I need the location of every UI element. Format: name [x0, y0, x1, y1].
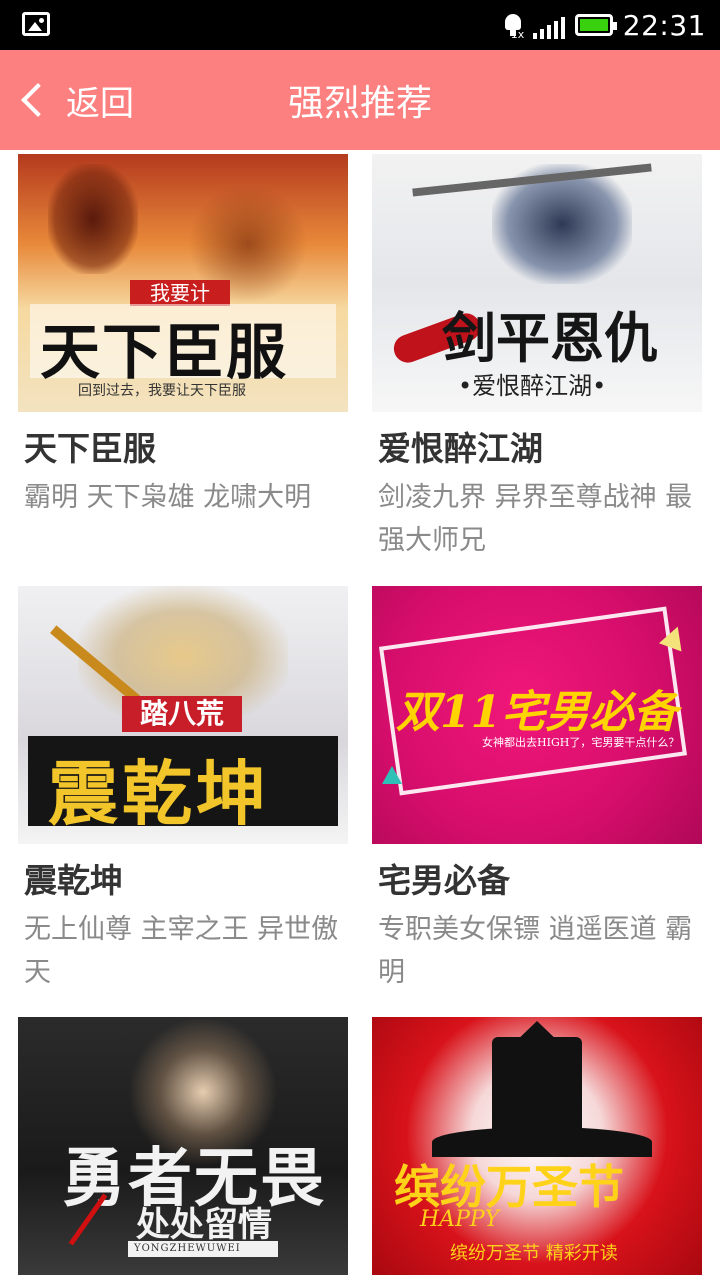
cover-top-text: 踏八荒: [122, 696, 242, 732]
book-cover-image[interactable]: 缤纷万圣节 HAPPY 缤纷万圣节 精彩开读: [372, 1017, 702, 1275]
book-card[interactable]: 剑平恩仇 •爱恨醉江湖• 爱恨醉江湖 剑凌九界 异界至尊战神 最强大师兄: [372, 154, 702, 562]
book-card[interactable]: 勇者无畏 处处留情 YONGZHEWUWEI: [18, 1017, 348, 1280]
book-cover-image[interactable]: 踏八荒 震乾坤: [18, 586, 348, 844]
cover-main-text: 天下臣服: [40, 318, 288, 388]
nav-bar: 返回 强烈推荐: [0, 50, 720, 150]
image-notification-icon: [22, 12, 50, 36]
cover-main-text: 震乾坤: [48, 752, 270, 835]
status-bar: 1x 22:31: [0, 0, 720, 50]
chevron-left-icon: [21, 83, 55, 117]
book-cover-image[interactable]: 剑平恩仇 •爱恨醉江湖•: [372, 154, 702, 412]
cover-sub-text: 女神都出去HIGH了，宅男要干点什么？: [482, 736, 680, 749]
book-tags: 霸明 天下枭雄 龙啸大明: [24, 482, 312, 513]
cover-sub-text: •爱恨醉江湖•: [458, 372, 607, 400]
book-card[interactable]: 踏八荒 震乾坤 震乾坤 无上仙尊 主宰之王 异世傲天: [18, 586, 348, 994]
cover-sub-text: YONGZHEWUWEI: [134, 1243, 241, 1254]
book-title[interactable]: 震乾坤: [24, 856, 348, 906]
book-tags: 无上仙尊 主宰之王 异世傲天: [24, 914, 339, 988]
book-title[interactable]: 天下臣服: [24, 424, 348, 474]
cover-sub-text: 缤纷万圣节 精彩开读: [450, 1243, 618, 1264]
book-title[interactable]: 宅男必备: [378, 856, 702, 906]
cover-main-text: 剑平恩仇: [442, 306, 658, 370]
book-cover-image[interactable]: 勇者无畏 处处留情 YONGZHEWUWEI: [18, 1017, 348, 1275]
book-card[interactable]: 双11宅男必备 女神都出去HIGH了，宅男要干点什么？ 宅男必备 专职美女保镖 …: [372, 586, 702, 994]
book-tags: 专职美女保镖 逍遥医道 霸明: [378, 914, 693, 988]
signal-icon: 1x: [511, 11, 565, 41]
network-type-label: 1x: [510, 28, 525, 41]
book-cover-image[interactable]: 我要计 天下臣服 回到过去，我要让天下臣服: [18, 154, 348, 412]
back-button[interactable]: 返回: [18, 50, 134, 150]
battery-icon: [574, 14, 617, 36]
cover-top-text: 我要计: [130, 280, 230, 306]
back-label: 返回: [66, 83, 134, 124]
book-card[interactable]: 我要计 天下臣服 回到过去，我要让天下臣服 天下臣服 霸明 天下枭雄 龙啸大明: [18, 154, 348, 519]
cover-accent-text: HAPPY: [420, 1207, 500, 1232]
book-tags: 剑凌九界 异界至尊战神 最强大师兄: [378, 482, 693, 556]
cover-second-text: 处处留情: [136, 1205, 272, 1245]
book-cover-image[interactable]: 双11宅男必备 女神都出去HIGH了，宅男要干点什么？: [372, 586, 702, 844]
book-card[interactable]: 缤纷万圣节 HAPPY 缤纷万圣节 精彩开读: [372, 1017, 702, 1280]
cover-sub-text: 回到过去，我要让天下臣服: [78, 383, 246, 399]
cover-main-text: 双11宅男必备: [396, 687, 678, 738]
clock: 22:31: [622, 8, 706, 42]
book-title[interactable]: 爱恨醉江湖: [378, 424, 702, 474]
